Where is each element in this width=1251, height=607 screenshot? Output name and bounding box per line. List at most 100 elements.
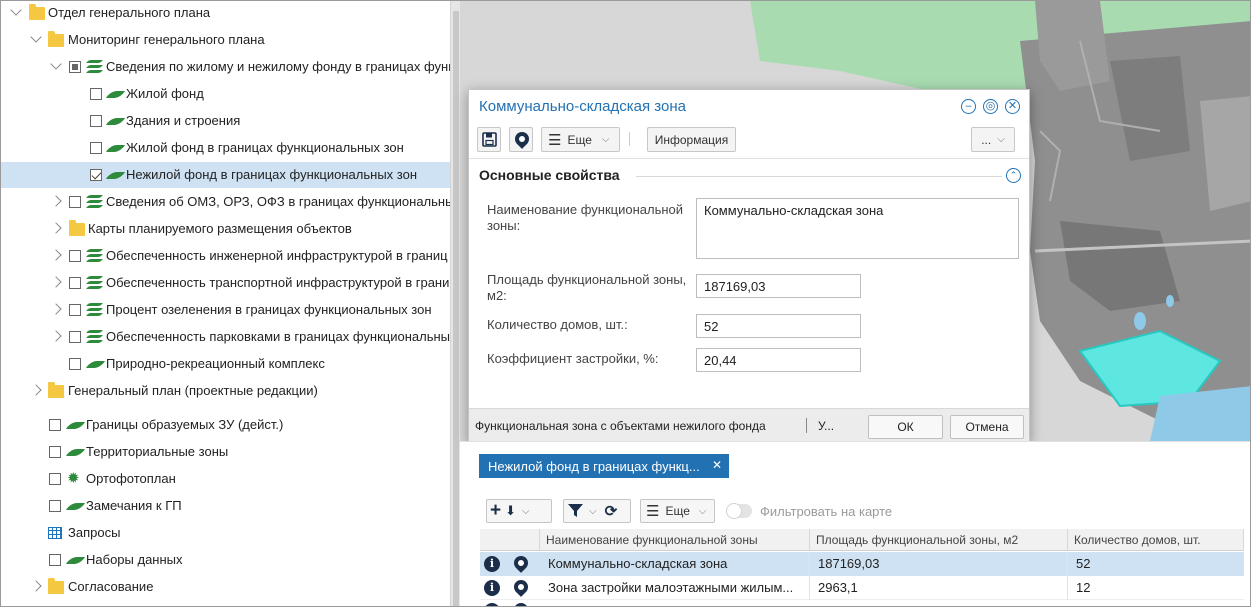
save-button[interactable]: [477, 127, 501, 152]
tree-node-queries[interactable]: Запросы: [1, 520, 450, 546]
tree-node-monitoring[interactable]: Мониторинг генерального плана: [1, 27, 450, 53]
info-icon[interactable]: i: [484, 556, 500, 572]
ok-button[interactable]: ОК: [868, 415, 943, 439]
zone-name-field[interactable]: Коммунально-складская зона: [696, 198, 1019, 259]
layer-icon: [65, 449, 86, 456]
field-label-coverage: Коэффициент застройки, %:: [487, 351, 659, 366]
chevron-right-icon[interactable]: [30, 580, 42, 592]
chevron-right-icon[interactable]: [50, 222, 62, 234]
layer-checkbox[interactable]: [49, 473, 61, 485]
layer-checkbox[interactable]: [49, 554, 61, 566]
tree-node-engineering[interactable]: Обеспеченность инженерной инфраструктуро…: [1, 243, 450, 269]
layer-checkbox[interactable]: [69, 250, 81, 262]
layer-checkbox[interactable]: [90, 88, 102, 100]
chevron-right-icon[interactable]: [50, 303, 62, 315]
information-button[interactable]: Информация: [647, 127, 736, 152]
table-row[interactable]: i Зона застройки малоэтажными жилым... 2…: [480, 576, 1244, 600]
chevron-down-icon[interactable]: [30, 31, 42, 43]
chevron-right-icon[interactable]: [50, 249, 62, 261]
table-icon: [48, 527, 62, 539]
info-icon[interactable]: [484, 603, 500, 606]
dialog-title: Коммунально-складская зона: [479, 98, 686, 115]
layer-checkbox[interactable]: [49, 446, 61, 458]
tree-node-buildings[interactable]: Здания и строения: [1, 108, 450, 134]
tree-node-residential[interactable]: Жилой фонд: [1, 81, 450, 107]
extra-options-dropdown[interactable]: ... ⌵: [971, 127, 1015, 152]
minimize-icon[interactable]: –: [961, 99, 976, 114]
splitter-handle[interactable]: [453, 11, 459, 606]
chevron-right-icon[interactable]: [50, 276, 62, 288]
filter-dropdown[interactable]: ⌵ ⟳: [563, 499, 631, 523]
chevron-right-icon[interactable]: [50, 330, 62, 342]
refresh-icon[interactable]: ⟳: [605, 502, 618, 520]
layer-checkbox[interactable]: [69, 358, 81, 370]
coverage-ratio-field[interactable]: 20,44: [696, 348, 861, 372]
chevron-down-icon[interactable]: [50, 58, 62, 70]
chevron-down-icon: ⌵: [698, 505, 707, 517]
houses-count-field[interactable]: 52: [696, 314, 861, 338]
table-header[interactable]: Количество домов, шт.: [1068, 529, 1244, 551]
tab-nonresidential-zones[interactable]: Нежилой фонд в границах функц... ✕: [479, 454, 729, 478]
layer-group-icon: [86, 60, 103, 74]
layer-checkbox[interactable]: [90, 169, 102, 181]
collapse-section-icon[interactable]: ⌃: [1006, 168, 1021, 183]
chevron-right-icon[interactable]: [50, 195, 62, 207]
tree-node-label: Сведения об ОМЗ, ОРЗ, ОФЗ в границах фун…: [106, 194, 450, 209]
folder-icon: [48, 31, 64, 47]
layer-group-icon: [86, 330, 103, 344]
layer-checkbox[interactable]: [69, 304, 81, 316]
chevron-right-icon[interactable]: [30, 384, 42, 396]
info-icon[interactable]: i: [484, 580, 500, 596]
footer-more-link[interactable]: У...: [818, 419, 834, 433]
table-row[interactable]: i Коммунально-складская зона 187169,03 5…: [480, 552, 1244, 576]
table-row[interactable]: [480, 601, 1244, 606]
tree-node-remarks[interactable]: Замечания к ГП: [1, 493, 450, 519]
table-header[interactable]: Площадь функциональной зоны, м2: [810, 529, 1068, 551]
layer-checkbox[interactable]: [69, 277, 81, 289]
area-field[interactable]: 187169,03: [696, 274, 861, 298]
layer-checkbox[interactable]: [90, 142, 102, 154]
tree-node-general-plan-dept[interactable]: Отдел генерального плана: [1, 1, 450, 26]
close-icon[interactable]: ✕: [1005, 99, 1020, 114]
layer-checkbox[interactable]: [49, 419, 61, 431]
tree-node-land-plots[interactable]: Границы образуемых ЗУ (дейст.): [1, 412, 450, 438]
tree-node-transport[interactable]: Обеспеченность транспортной инфраструкту…: [1, 270, 450, 296]
filter-on-map-toggle[interactable]: [726, 503, 752, 519]
tree-node-parking[interactable]: Обеспеченность парковками в границах фун…: [1, 324, 450, 350]
chevron-down-icon[interactable]: [10, 4, 22, 16]
layer-checkbox[interactable]: [49, 500, 61, 512]
table-more-dropdown[interactable]: ☰ Еще ⌵: [640, 499, 715, 523]
restore-icon[interactable]: ◎: [983, 99, 998, 114]
panel-splitter[interactable]: [450, 1, 460, 606]
layer-checkbox[interactable]: [69, 196, 81, 208]
tree-node-orthophoto[interactable]: ✹ Ортофотоплан: [1, 466, 450, 492]
toolbar-divider: [629, 132, 630, 146]
tree-node-label: Обеспеченность инженерной инфраструктуро…: [106, 248, 448, 263]
tree-node-project-editions[interactable]: Генеральный план (проектные редакции): [1, 378, 450, 404]
map-pin-icon[interactable]: [511, 601, 531, 606]
cancel-button[interactable]: Отмена: [950, 415, 1024, 439]
layer-checkbox[interactable]: [90, 115, 102, 127]
show-on-map-button[interactable]: [509, 127, 533, 152]
add-export-dropdown[interactable]: + ⬇ ⌵: [486, 499, 552, 523]
tree-node-planned-maps[interactable]: Карты планируемого размещения объектов: [1, 216, 450, 242]
layer-checkbox[interactable]: [69, 61, 81, 73]
tree-node-residential-zones[interactable]: Жилой фонд в границах функциональных зон: [1, 135, 450, 161]
chevron-down-icon: ⌵: [589, 505, 597, 517]
folder-icon: [29, 4, 45, 20]
table-header[interactable]: Наименование функциональной зоны: [540, 529, 810, 551]
table-cell: 12: [1076, 580, 1091, 595]
close-tab-icon[interactable]: ✕: [712, 458, 722, 472]
more-dropdown[interactable]: ☰ Еще ⌵: [541, 127, 620, 152]
map-pin-icon[interactable]: [511, 553, 531, 573]
layer-checkbox[interactable]: [69, 331, 81, 343]
tree-node-greenery[interactable]: Процент озеленения в границах функционал…: [1, 297, 450, 323]
tree-node-housing-fund[interactable]: Сведения по жилому и нежилому фонду в гр…: [1, 54, 450, 80]
tree-node-approval[interactable]: Согласование: [1, 574, 450, 600]
tree-node-omz[interactable]: Сведения об ОМЗ, ОРЗ, ОФЗ в границах фун…: [1, 189, 450, 215]
map-pin-icon[interactable]: [511, 577, 531, 597]
tree-node-nonresidential-zones[interactable]: Нежилой фонд в границах функциональных з…: [1, 162, 450, 188]
tree-node-recreation[interactable]: Природно-рекреационный комплекс: [1, 351, 450, 377]
tree-node-territorial-zones[interactable]: Территориальные зоны: [1, 439, 450, 465]
tree-node-datasets[interactable]: Наборы данных: [1, 547, 450, 573]
